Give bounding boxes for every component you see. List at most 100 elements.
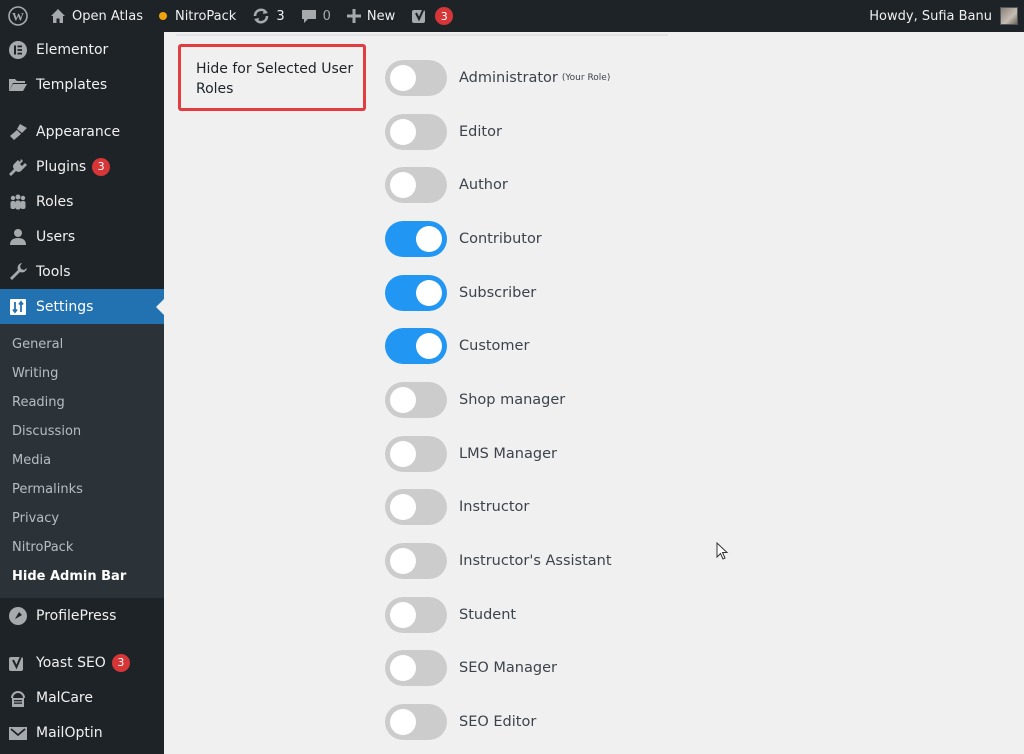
submenu-item-privacy[interactable]: Privacy	[0, 504, 164, 533]
sidebar-item-settings[interactable]: Settings	[0, 289, 164, 324]
role-row: Contributor	[385, 212, 612, 266]
role-row: Customer	[385, 319, 612, 373]
profilepress-icon	[8, 606, 28, 626]
submenu-item-media[interactable]: Media	[0, 446, 164, 475]
toggle-knob	[390, 64, 416, 91]
role-toggle[interactable]	[385, 543, 447, 580]
sidebar-item-label: Users	[36, 228, 76, 245]
role-toggle[interactable]	[385, 489, 447, 526]
role-row: Administrator (Your Role)	[385, 51, 612, 105]
role-toggle-list: Administrator (Your Role) Editor Author Cont…	[385, 51, 612, 749]
role-toggle[interactable]	[385, 113, 447, 150]
submenu-item-permalinks[interactable]: Permalinks	[0, 475, 164, 504]
sidebar-item-templates[interactable]: Templates	[0, 67, 164, 102]
yoast-badge: 3	[435, 7, 454, 25]
role-label: Administrator	[459, 69, 558, 86]
role-toggle[interactable]	[385, 650, 447, 687]
sidebar-item-label: Roles	[36, 193, 74, 210]
sidebar-item-label: Templates	[36, 76, 108, 93]
role-toggle[interactable]	[385, 167, 447, 204]
wrench-icon	[8, 262, 28, 282]
sidebar-item-label: ProfilePress	[36, 607, 117, 624]
role-toggle[interactable]	[385, 274, 447, 311]
main-content: Hide for Selected User Roles Administrat…	[164, 32, 1024, 754]
role-row: SEO Editor	[385, 695, 612, 749]
nitropack-label: NitroPack	[174, 8, 237, 24]
sidebar-item-label: Yoast SEO	[36, 654, 106, 671]
sidebar-item-label: Appearance	[36, 123, 121, 140]
yoast-icon	[411, 7, 429, 25]
role-label: Contributor	[459, 230, 542, 247]
toggle-knob	[390, 548, 416, 575]
role-row: Subscriber	[385, 266, 612, 320]
updates-icon	[252, 7, 270, 25]
sidebar-item-profilepress[interactable]: ProfilePress	[0, 598, 164, 633]
divider	[176, 34, 668, 36]
sidebar-item-mailoptin[interactable]: MailOptin	[0, 715, 164, 750]
my-account-menu[interactable]: Howdy, Sufia Banu	[869, 7, 1024, 25]
sidebar-item-label: Elementor	[36, 41, 109, 58]
toggle-knob	[390, 709, 416, 736]
mail-icon	[8, 723, 28, 743]
role-toggle[interactable]	[385, 381, 447, 418]
submenu-item-general[interactable]: General	[0, 330, 164, 359]
role-row: Instructor's Assistant	[385, 534, 612, 588]
yoast-menu[interactable]: 3	[403, 0, 461, 32]
role-label: SEO Manager	[459, 660, 557, 677]
settings-icon	[8, 297, 28, 317]
sidebar-item-tools[interactable]: Tools	[0, 254, 164, 289]
role-row: Instructor	[385, 481, 612, 535]
new-content-button[interactable]: New	[339, 0, 403, 32]
settings-submenu: General Writing Reading Discussion Media…	[0, 324, 164, 598]
sidebar-item-label: Tools	[36, 263, 71, 280]
role-toggle[interactable]	[385, 59, 447, 96]
role-label: Instructor's Assistant	[459, 553, 612, 570]
sidebar-item-roles[interactable]: Roles	[0, 184, 164, 219]
admin-sidebar: Elementor Templates Appearance Plugins 3…	[0, 32, 164, 754]
toggle-knob	[390, 601, 416, 628]
greeting: Howdy, Sufia Banu	[869, 8, 992, 24]
sidebar-item-appearance[interactable]: Appearance	[0, 114, 164, 149]
submenu-item-reading[interactable]: Reading	[0, 388, 164, 417]
toggle-knob	[390, 386, 416, 413]
yoast-icon	[8, 653, 28, 673]
role-row: Student	[385, 588, 612, 642]
plug-icon	[8, 157, 28, 177]
role-row: SEO Manager	[385, 642, 612, 696]
submenu-item-writing[interactable]: Writing	[0, 359, 164, 388]
role-toggle[interactable]	[385, 596, 447, 633]
role-toggle[interactable]	[385, 220, 447, 257]
submenu-item-hide-admin-bar[interactable]: Hide Admin Bar	[0, 562, 164, 591]
avatar	[1000, 7, 1018, 25]
role-row: Author	[385, 158, 612, 212]
role-label: Student	[459, 606, 517, 623]
folder-icon	[8, 75, 28, 95]
sidebar-item-plugins[interactable]: Plugins 3	[0, 149, 164, 184]
sidebar-item-yoast-seo[interactable]: Yoast SEO 3	[0, 645, 164, 680]
role-row: Editor	[385, 105, 612, 159]
submenu-item-discussion[interactable]: Discussion	[0, 417, 164, 446]
new-label: New	[366, 8, 396, 24]
updates-link[interactable]: 3	[244, 0, 292, 32]
user-icon	[8, 227, 28, 247]
sidebar-item-elementor[interactable]: Elementor	[0, 32, 164, 67]
toggle-knob	[390, 494, 416, 521]
role-label: Editor	[459, 123, 502, 140]
sidebar-item-label: Settings	[36, 298, 94, 315]
role-toggle[interactable]	[385, 435, 447, 472]
sidebar-item-malcare[interactable]: MalCare	[0, 680, 164, 715]
nitropack-menu[interactable]: NitroPack	[151, 0, 244, 32]
wordpress-logo-button[interactable]: W	[0, 0, 42, 32]
sidebar-item-users[interactable]: Users	[0, 219, 164, 254]
comments-link[interactable]: 0	[293, 0, 339, 32]
wordpress-icon: W	[8, 6, 28, 26]
role-toggle[interactable]	[385, 704, 447, 741]
submenu-item-nitropack[interactable]: NitroPack	[0, 533, 164, 562]
site-name-link[interactable]: Open Atlas	[42, 0, 151, 32]
role-toggle[interactable]	[385, 328, 447, 365]
comment-icon	[301, 8, 317, 24]
role-label: Customer	[459, 338, 530, 355]
role-note: (Your Role)	[561, 72, 611, 83]
comments-count: 0	[322, 8, 331, 24]
toggle-knob	[416, 279, 442, 306]
